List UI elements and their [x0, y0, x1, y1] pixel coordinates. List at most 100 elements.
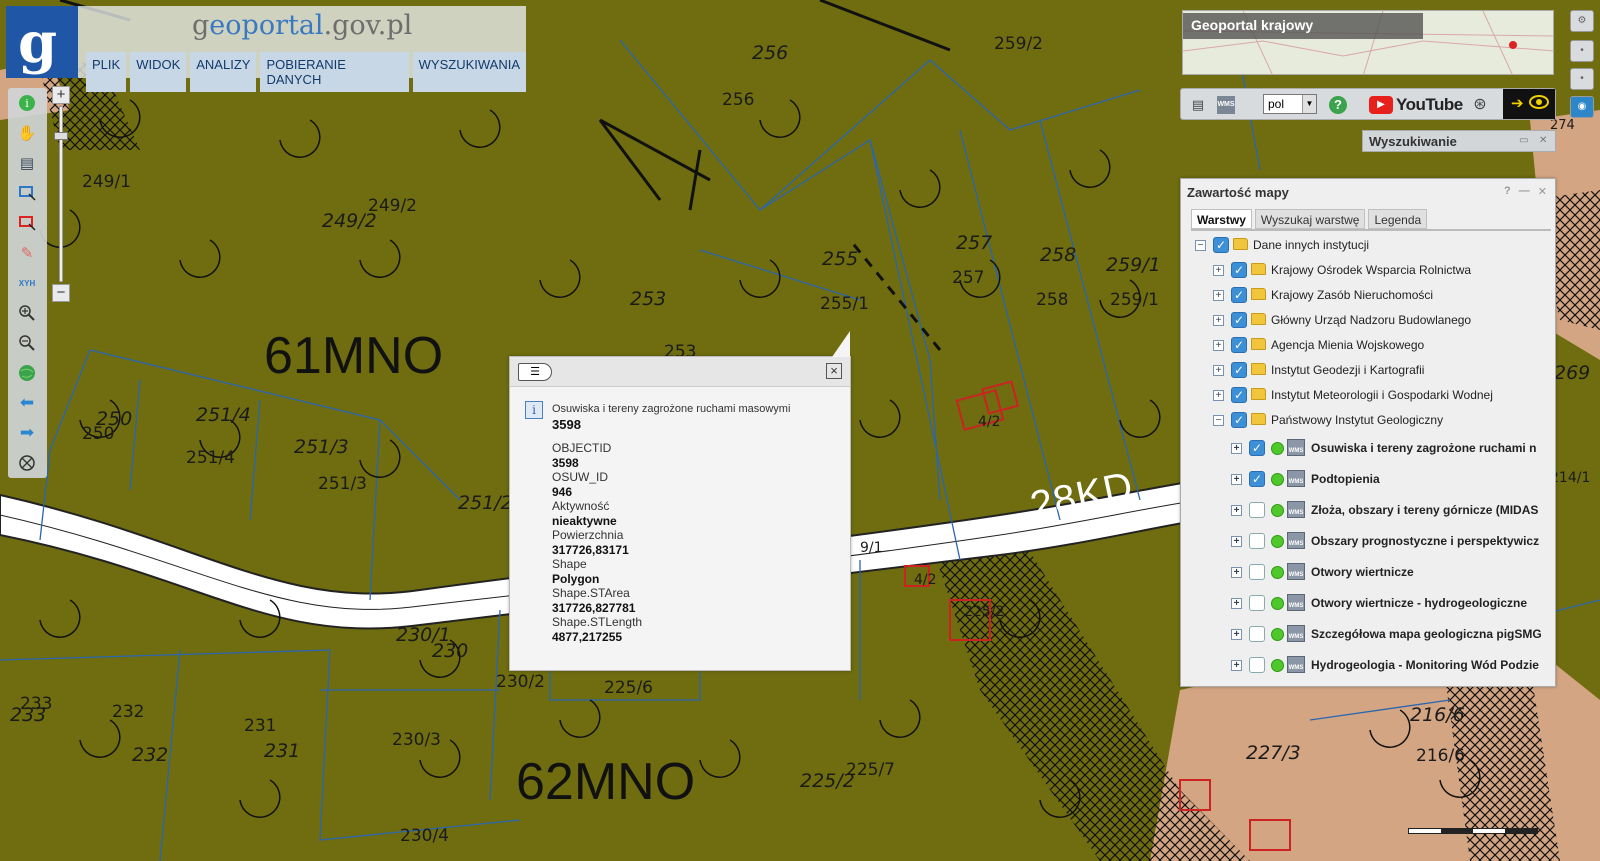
zoom-plus-button[interactable]: + [52, 86, 70, 104]
layer-checkbox[interactable] [1249, 626, 1265, 642]
tree-layer-row[interactable]: + ✓ WMS Podtopienia [1181, 469, 1557, 491]
layer-checkbox[interactable]: ✓ [1231, 412, 1247, 428]
tree-group-row[interactable]: + ✓ Krajowy Zasób Nieruchomości [1181, 285, 1557, 307]
expand-icon[interactable]: + [1213, 365, 1224, 376]
xyh-coordinates-icon[interactable]: XYH [16, 272, 38, 294]
panel-toggle-icon[interactable]: • [1570, 68, 1594, 90]
clear-selection-icon[interactable] [16, 452, 38, 474]
expand-icon[interactable]: + [1231, 505, 1242, 516]
wms-icon: WMS [1287, 563, 1305, 580]
folder-icon [1233, 238, 1248, 250]
expand-icon[interactable]: + [1231, 567, 1242, 578]
zoom-minus-button[interactable]: − [52, 284, 70, 302]
geoportal-logo[interactable]: g [6, 6, 78, 78]
tree-layer-row[interactable]: + ✓ WMS Osuwiska i tereny zagrożone ruch… [1181, 438, 1557, 460]
expand-icon[interactable]: + [1213, 390, 1224, 401]
globe-full-extent-icon[interactable] [16, 362, 38, 384]
layer-checkbox[interactable] [1249, 564, 1265, 580]
layer-checkbox[interactable]: ✓ [1231, 337, 1247, 353]
collapse-icon[interactable]: − [1213, 415, 1224, 426]
layer-checkbox[interactable] [1249, 657, 1265, 673]
tab-warstwy[interactable]: Warstwy [1191, 209, 1252, 229]
tree-group-row[interactable]: + ✓ Instytut Meteorologii i Gospodarki W… [1181, 385, 1557, 407]
layers-list-icon[interactable]: ▤ [16, 152, 38, 174]
zoom-slider[interactable]: + − [52, 86, 70, 304]
zoom-in-icon[interactable] [16, 302, 38, 324]
menu-item-pobieranie-danych[interactable]: POBIERANIE DANYCH [260, 52, 409, 92]
help-icon[interactable]: ? [1504, 185, 1511, 198]
expand-icon[interactable]: + [1231, 474, 1242, 485]
menu-item-wyszukiwania[interactable]: WYSZUKIWANIA [412, 52, 526, 92]
layer-checkbox[interactable] [1249, 595, 1265, 611]
layer-checkbox[interactable] [1249, 533, 1265, 549]
select-area-icon[interactable] [16, 182, 38, 204]
zoom-out-icon[interactable] [16, 332, 38, 354]
tree-group-row[interactable]: + ✓ Agencja Mienia Wojskowego [1181, 335, 1557, 357]
layer-checkbox[interactable]: ✓ [1231, 362, 1247, 378]
close-icon[interactable]: ✕ [1538, 185, 1547, 198]
back-arrow-icon[interactable]: ⬅ [16, 392, 38, 414]
expand-icon[interactable]: + [1213, 265, 1224, 276]
zone-label: 62MNO [516, 753, 696, 811]
settings-gear-icon[interactable]: ⚙ [1570, 10, 1594, 32]
tree-layer-row[interactable]: + WMS Otwory wiertnicze [1181, 562, 1557, 584]
expand-icon[interactable]: + [1231, 629, 1242, 640]
maximize-icon[interactable]: ▭ [1519, 135, 1528, 146]
expand-icon[interactable]: + [1231, 660, 1242, 671]
layer-checkbox[interactable]: ✓ [1213, 237, 1229, 253]
menu-item-plik[interactable]: PLIK [86, 52, 127, 92]
tab-wyszukaj-warstwe[interactable]: Wyszukaj warstwę [1254, 209, 1366, 229]
tree-layer-row[interactable]: + WMS Szczegółowa mapa geologiczna pigSM… [1181, 624, 1557, 646]
layers-list-icon[interactable]: ▤ [1189, 96, 1207, 114]
tree-layer-row[interactable]: + WMS Otwory wiertnicze - hydrogeologicz… [1181, 593, 1557, 615]
forward-arrow-icon[interactable]: ➡ [16, 422, 38, 444]
tree-group-row[interactable]: + ✓ Krajowy Ośrodek Wsparcia Rolnictwa [1181, 260, 1557, 282]
search-panel-header[interactable]: Wyszukiwanie ▭ ✕ [1362, 130, 1556, 152]
app-header: g geoportal.gov.pl PLIK WIDOK ANALIZY PO… [6, 6, 526, 92]
wms-icon: WMS [1287, 532, 1305, 549]
tab-legenda[interactable]: Legenda [1368, 209, 1428, 229]
pencil-icon[interactable]: ✎ [16, 242, 38, 264]
layer-checkbox[interactable]: ✓ [1231, 312, 1247, 328]
expand-icon[interactable]: + [1213, 340, 1224, 351]
menu-item-analizy[interactable]: ANALIZY [190, 52, 257, 92]
youtube-link[interactable]: ▶ YouTube [1369, 94, 1463, 116]
wms-service-icon[interactable]: WMS [1217, 96, 1235, 114]
language-select[interactable]: pol ▼ [1263, 94, 1317, 114]
tree-root-row[interactable]: − ✓ Dane innych instytucji [1181, 235, 1557, 257]
accessibility-icon[interactable]: ⊛ [1471, 96, 1489, 114]
layer-checkbox[interactable]: ✓ [1249, 471, 1265, 487]
high-contrast-button[interactable]: ➔ [1503, 89, 1555, 119]
expand-icon[interactable]: + [1231, 536, 1242, 547]
help-icon[interactable]: ? [1329, 96, 1347, 114]
minimize-icon[interactable]: — [1519, 185, 1530, 198]
popup-list-icon[interactable]: ☰ [518, 363, 552, 381]
info-tool-icon[interactable]: i [16, 92, 38, 114]
collapse-icon[interactable]: − [1195, 240, 1206, 251]
panel-toggle-icon[interactable]: • [1570, 40, 1594, 62]
overview-map[interactable]: Geoportal krajowy [1182, 10, 1554, 75]
tree-group-row[interactable]: + ✓ Główny Urząd Nadzoru Budowlanego [1181, 310, 1557, 332]
expand-icon[interactable]: + [1231, 598, 1242, 609]
pan-hand-icon[interactable]: ✋ [16, 122, 38, 144]
layer-checkbox[interactable]: ✓ [1231, 387, 1247, 403]
zoom-thumb[interactable] [54, 132, 68, 140]
close-icon[interactable]: ✕ [1539, 135, 1547, 146]
layer-checkbox[interactable]: ✓ [1231, 262, 1247, 278]
expand-icon[interactable]: + [1231, 443, 1242, 454]
expand-icon[interactable]: + [1213, 290, 1224, 301]
tree-layer-row[interactable]: + WMS Hydrogeologia - Monitoring Wód Pod… [1181, 655, 1557, 677]
parcel-number: 225/7 [846, 760, 895, 780]
eye-icon[interactable]: ◉ [1570, 96, 1594, 118]
tree-layer-row[interactable]: + WMS Złoża, obszary i tereny górnicze (… [1181, 500, 1557, 522]
menu-item-widok[interactable]: WIDOK [130, 52, 187, 92]
tree-group-row[interactable]: − ✓ Państwowy Instytut Geologiczny [1181, 410, 1557, 432]
tree-layer-row[interactable]: + WMS Obszary prognostyczne i perspektyw… [1181, 531, 1557, 553]
layer-checkbox[interactable]: ✓ [1231, 287, 1247, 303]
tree-group-row[interactable]: + ✓ Instytut Geodezji i Kartografii [1181, 360, 1557, 382]
deselect-area-icon[interactable] [16, 212, 38, 234]
layer-checkbox[interactable]: ✓ [1249, 440, 1265, 456]
layer-checkbox[interactable] [1249, 502, 1265, 518]
expand-icon[interactable]: + [1213, 315, 1224, 326]
close-icon[interactable]: × [826, 363, 842, 379]
